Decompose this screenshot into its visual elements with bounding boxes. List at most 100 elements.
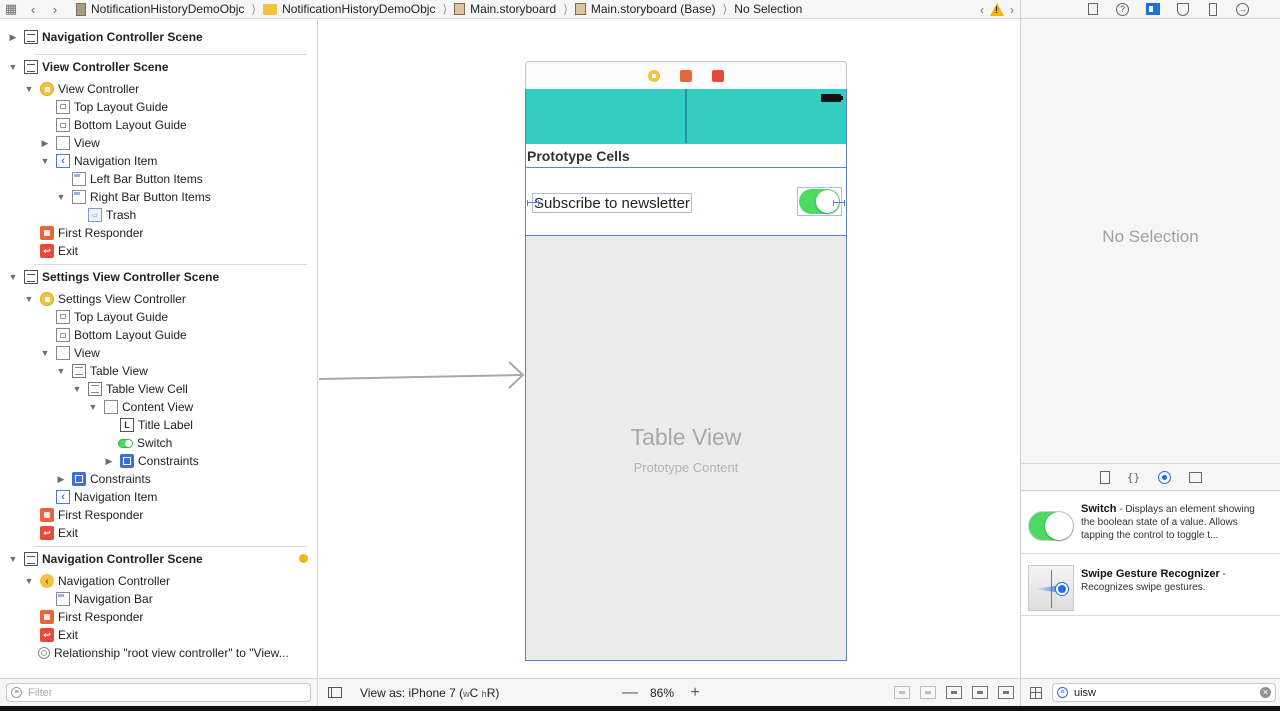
outline-row-view[interactable]: ▶ View bbox=[40, 134, 100, 152]
disclosure-triangle-collapsed-icon[interactable]: ▶ bbox=[8, 32, 18, 42]
align-icon[interactable] bbox=[946, 686, 962, 699]
outline-row-first-responder[interactable]: First Responder bbox=[40, 506, 143, 524]
related-items-grid-icon[interactable]: ▦ bbox=[0, 0, 22, 19]
storyboard-file-icon bbox=[454, 3, 466, 15]
outline-row-constraints[interactable]: ▶ Constraints bbox=[56, 470, 151, 488]
outline-row-left-bar-button-items[interactable]: Left Bar Button Items bbox=[72, 170, 203, 188]
table-view[interactable]: Table View Prototype Content bbox=[525, 236, 847, 661]
connections-inspector-tab[interactable]: → bbox=[1234, 2, 1251, 17]
clear-search-icon[interactable]: ✕ bbox=[1260, 687, 1271, 698]
view-as-device-button[interactable]: View as: iPhone 7 (wC hR) bbox=[360, 686, 499, 700]
first-responder-icon[interactable] bbox=[680, 69, 692, 82]
exit-icon[interactable] bbox=[712, 69, 724, 82]
grid-view-icon[interactable] bbox=[1030, 686, 1042, 699]
breadcrumb-storyboard[interactable]: Main.storyboard ⟩ bbox=[454, 2, 575, 16]
outline-row-trash[interactable]: ▭ Trash bbox=[88, 206, 136, 224]
zoom-level[interactable]: 86% bbox=[650, 686, 674, 700]
file-inspector-tab[interactable] bbox=[1084, 2, 1101, 17]
update-frames-icon[interactable] bbox=[894, 686, 910, 699]
media-library-tab[interactable] bbox=[1188, 471, 1202, 483]
resolve-issues-icon[interactable] bbox=[998, 686, 1014, 699]
view-controller-icon[interactable] bbox=[648, 69, 660, 82]
size-inspector-tab[interactable] bbox=[1204, 2, 1221, 17]
settings-view-controller-scene[interactable]: Prototype Cells Subscribe to newsletter … bbox=[525, 61, 847, 661]
disclosure-triangle-collapsed-icon[interactable]: ▶ bbox=[104, 456, 114, 466]
table-view-cell[interactable]: Subscribe to newsletter bbox=[525, 167, 847, 236]
disclosure-triangle-expanded-icon[interactable]: ▼ bbox=[24, 294, 34, 304]
outline-row-exit[interactable]: ↩ Exit bbox=[40, 626, 78, 644]
outline-row-constraints[interactable]: ▶ Constraints bbox=[104, 452, 199, 470]
outline-row-scene[interactable]: ▶ Navigation Controller Scene bbox=[8, 28, 203, 46]
outline-row-top-layout-guide[interactable]: Top Layout Guide bbox=[56, 308, 168, 326]
breadcrumb-selection[interactable]: No Selection bbox=[734, 2, 802, 16]
outline-row-bottom-layout-guide[interactable]: Bottom Layout Guide bbox=[56, 116, 187, 134]
segue-arrow-icon[interactable] bbox=[319, 355, 529, 395]
toggle-outline-icon[interactable] bbox=[328, 687, 342, 698]
outline-row-right-bar-button-items[interactable]: ▼ Right Bar Button Items bbox=[56, 188, 211, 206]
right-resize-handle-icon[interactable] bbox=[833, 200, 845, 206]
outline-row-navigation-item[interactable]: ▼ ‹ Navigation Item bbox=[40, 152, 157, 170]
disclosure-triangle-expanded-icon[interactable]: ▼ bbox=[8, 554, 18, 564]
title-label[interactable]: Subscribe to newsletter bbox=[532, 193, 692, 213]
outline-row-content-view[interactable]: ▼ Content View bbox=[88, 398, 193, 416]
file-template-library-tab[interactable] bbox=[1099, 470, 1110, 484]
outline-row-first-responder[interactable]: First Responder bbox=[40, 608, 143, 626]
outline-row-first-responder[interactable]: First Responder bbox=[40, 224, 143, 242]
outline-row-table-view[interactable]: ▼ Table View bbox=[56, 362, 148, 380]
outline-row-relationship[interactable]: Relationship "root view controller" to "… bbox=[38, 644, 289, 662]
object-library-tab[interactable] bbox=[1157, 470, 1171, 484]
disclosure-triangle-expanded-icon[interactable]: ▼ bbox=[56, 366, 66, 376]
disclosure-triangle-collapsed-icon[interactable]: ▶ bbox=[56, 474, 66, 484]
outline-row-title-label[interactable]: L Title Label bbox=[120, 416, 193, 434]
outline-row-exit[interactable]: ↩ Exit bbox=[40, 524, 78, 542]
outline-row-bottom-layout-guide[interactable]: Bottom Layout Guide bbox=[56, 326, 187, 344]
warning-dot-icon[interactable] bbox=[299, 554, 308, 563]
identity-inspector-tab[interactable] bbox=[1144, 2, 1161, 17]
back-chevron-icon[interactable]: ‹ bbox=[22, 0, 44, 19]
outline-row-switch[interactable]: Switch bbox=[118, 434, 172, 452]
disclosure-triangle-expanded-icon[interactable]: ▼ bbox=[56, 192, 66, 202]
outline-row-settings-view-controller[interactable]: ▼ Settings View Controller bbox=[24, 290, 186, 308]
outline-row-view-controller[interactable]: ▼ View Controller bbox=[24, 80, 139, 98]
outline-row-scene[interactable]: ▼ View Controller Scene bbox=[8, 58, 169, 76]
outline-row-scene[interactable]: ▼ Navigation Controller Scene bbox=[8, 550, 317, 568]
library-search-input[interactable]: ≡ uisw ✕ bbox=[1052, 683, 1276, 702]
code-snippet-library-tab[interactable]: {} bbox=[1127, 471, 1140, 484]
outline-row-navigation-controller[interactable]: ▼ ‹ Navigation Controller bbox=[24, 572, 170, 590]
next-issue-chevron-icon[interactable]: › bbox=[1010, 3, 1014, 17]
storyboard-canvas[interactable]: Prototype Cells Subscribe to newsletter … bbox=[319, 20, 1020, 678]
disclosure-triangle-expanded-icon[interactable]: ▼ bbox=[40, 348, 50, 358]
outline-row-navigation-item[interactable]: ‹ Navigation Item bbox=[56, 488, 157, 506]
library-item-swipe-gesture[interactable]: Swipe Gesture Recognizer - Recognizes sw… bbox=[1021, 554, 1280, 616]
breadcrumb-project[interactable]: NotificationHistoryDemoObjc ⟩ bbox=[76, 2, 263, 16]
left-resize-handle-icon[interactable] bbox=[527, 200, 539, 206]
forward-chevron-icon[interactable]: › bbox=[44, 0, 66, 19]
add-constraints-icon[interactable] bbox=[972, 686, 988, 699]
disclosure-triangle-expanded-icon[interactable]: ▼ bbox=[8, 62, 18, 72]
outline-filter-input[interactable]: ≡ Filter bbox=[6, 683, 311, 702]
disclosure-triangle-expanded-icon[interactable]: ▼ bbox=[40, 156, 50, 166]
outline-row-top-layout-guide[interactable]: Top Layout Guide bbox=[56, 98, 168, 116]
quick-help-tab[interactable]: ? bbox=[1114, 2, 1131, 17]
embed-in-stack-icon[interactable] bbox=[920, 686, 936, 699]
attributes-inspector-tab[interactable] bbox=[1174, 2, 1191, 17]
breadcrumb-storyboard-base[interactable]: Main.storyboard (Base) ⟩ bbox=[574, 2, 734, 16]
disclosure-triangle-expanded-icon[interactable]: ▼ bbox=[72, 384, 82, 394]
disclosure-triangle-expanded-icon[interactable]: ▼ bbox=[24, 84, 34, 94]
disclosure-triangle-expanded-icon[interactable]: ▼ bbox=[24, 576, 34, 586]
warning-icon[interactable]: ! bbox=[990, 3, 1004, 16]
outline-row-scene[interactable]: ▼ Settings View Controller Scene bbox=[8, 268, 219, 286]
outline-row-navigation-bar[interactable]: Navigation Bar bbox=[56, 590, 153, 608]
zoom-in-button[interactable]: + bbox=[688, 684, 702, 702]
disclosure-triangle-collapsed-icon[interactable]: ▶ bbox=[40, 138, 50, 148]
breadcrumb-folder[interactable]: NotificationHistoryDemoObjc ⟩ bbox=[263, 2, 454, 16]
library-item-switch[interactable]: Switch - Displays an element showing the… bbox=[1021, 492, 1280, 554]
outline-row-table-view-cell[interactable]: ▼ Table View Cell bbox=[72, 380, 188, 398]
zoom-out-button[interactable]: — bbox=[622, 684, 638, 702]
previous-issue-chevron-icon[interactable]: ‹ bbox=[980, 3, 984, 17]
outline-row-view[interactable]: ▼ View bbox=[40, 344, 100, 362]
navigation-bar[interactable] bbox=[525, 89, 847, 144]
disclosure-triangle-expanded-icon[interactable]: ▼ bbox=[8, 272, 18, 282]
disclosure-triangle-expanded-icon[interactable]: ▼ bbox=[88, 402, 98, 412]
outline-row-exit[interactable]: ↩ Exit bbox=[40, 242, 78, 260]
